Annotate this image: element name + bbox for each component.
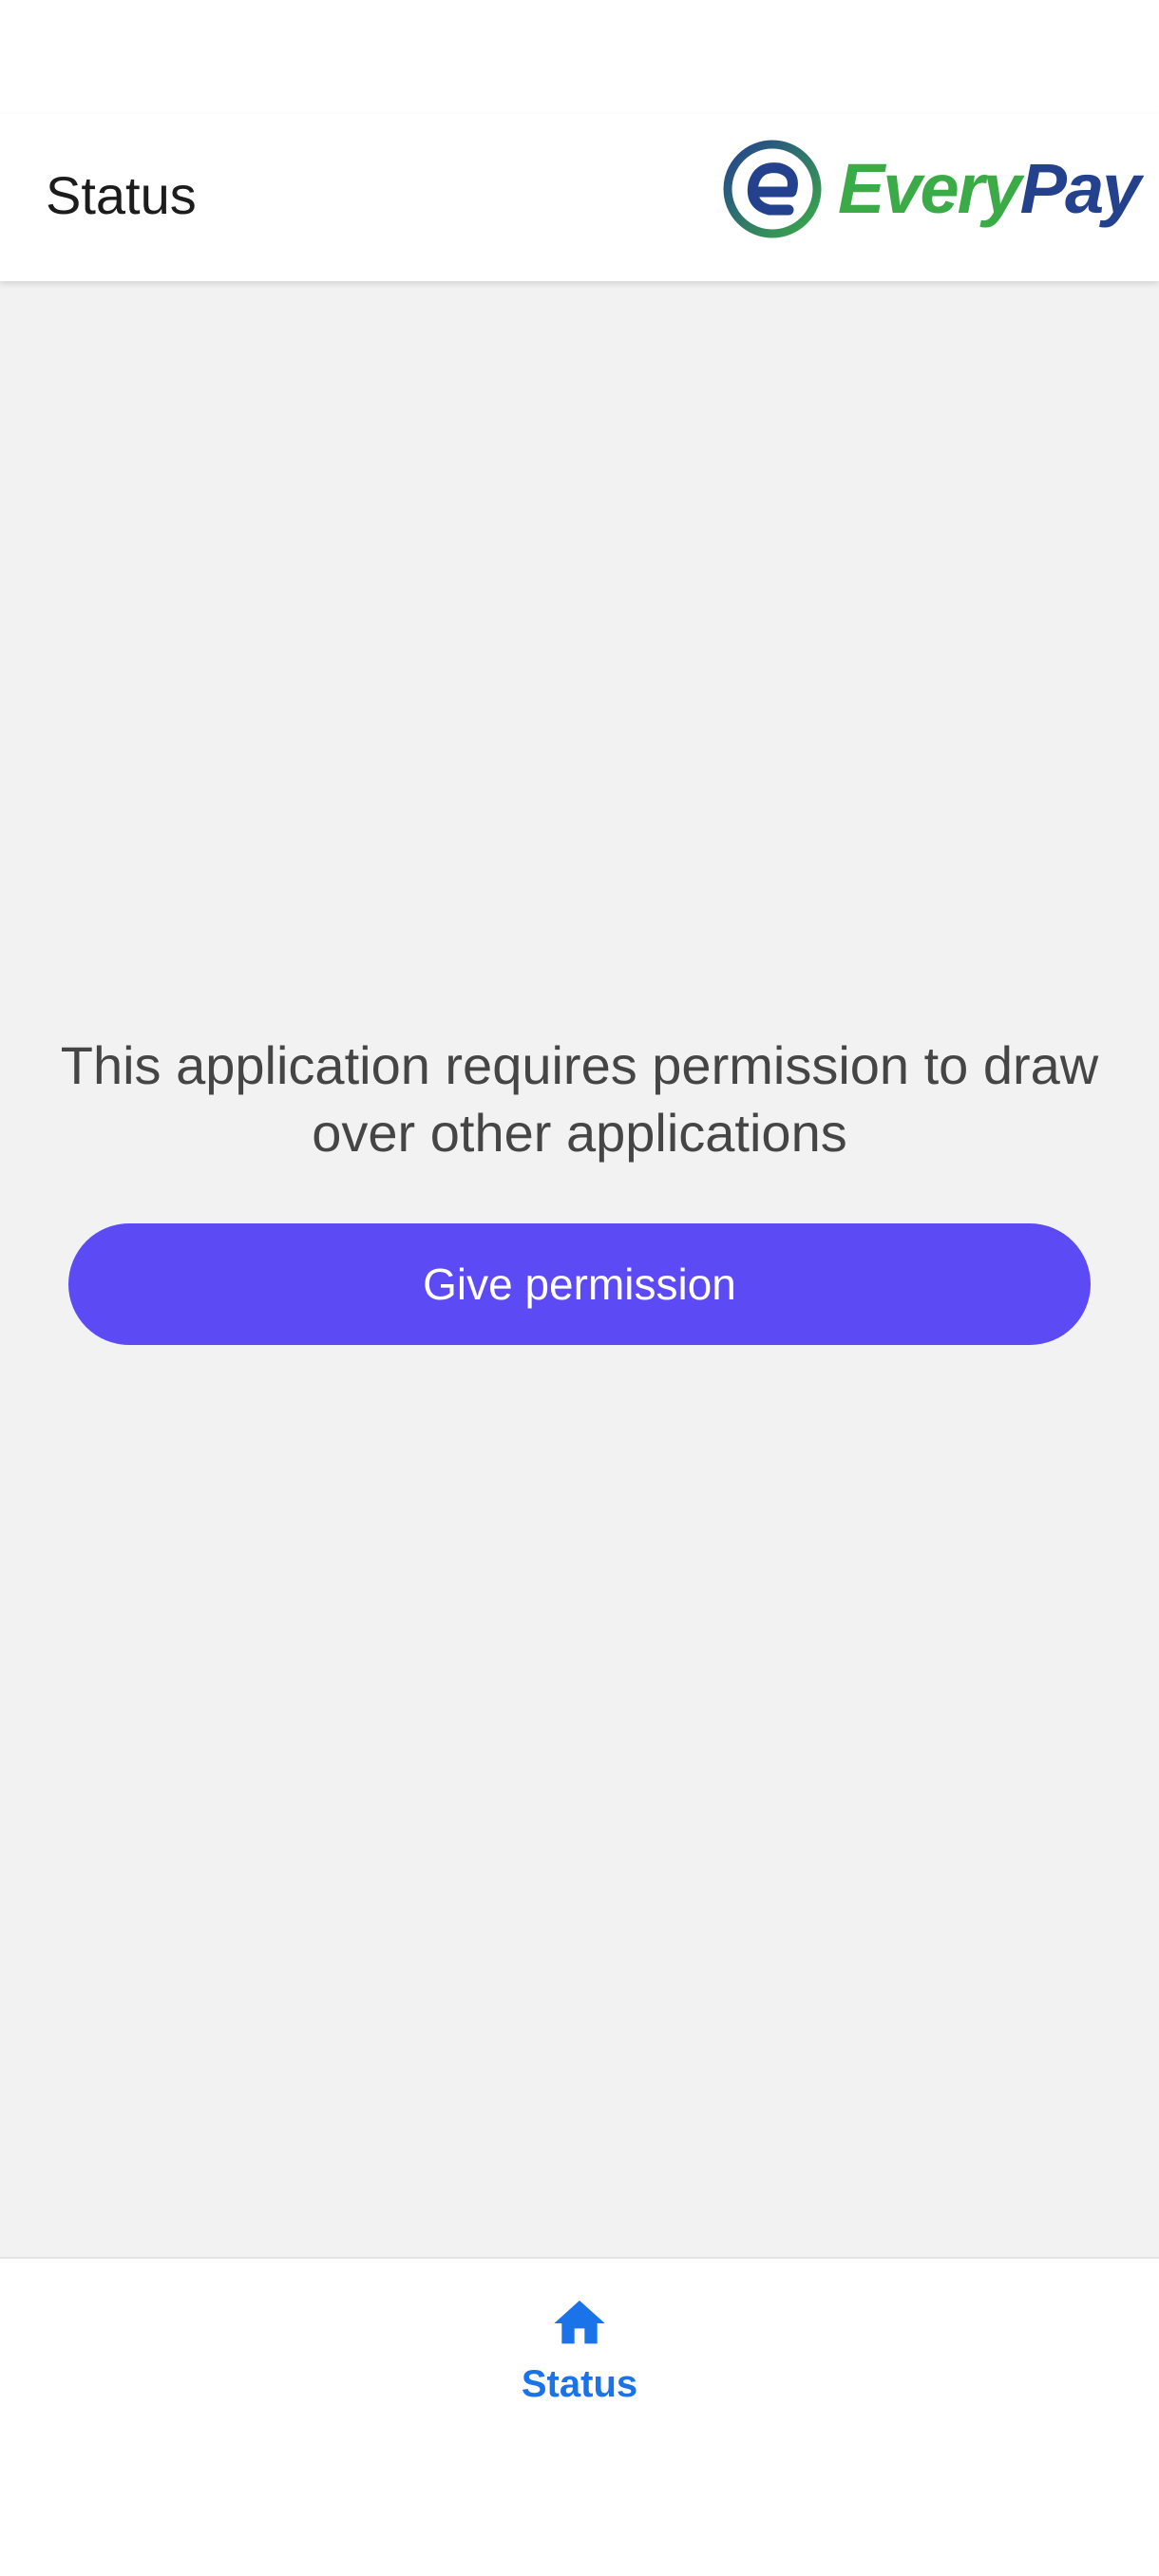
home-icon xyxy=(554,2301,605,2344)
logo-word-pay: Pay xyxy=(1019,149,1142,228)
status-bar-area xyxy=(0,0,1159,114)
give-permission-button[interactable]: Give permission xyxy=(68,1223,1091,1345)
nav-item-status-label: Status xyxy=(521,2363,638,2405)
main-content: This application requires permission to … xyxy=(0,281,1159,2257)
app-bar: Status EveryPay xyxy=(0,114,1159,281)
logo-word-every: Every xyxy=(838,149,1022,228)
nav-item-status[interactable]: Status xyxy=(484,2287,674,2430)
everypay-logo: EveryPay xyxy=(722,137,1142,241)
everypay-wordmark: EveryPay xyxy=(838,139,1142,239)
bottom-navigation: Status xyxy=(0,2257,1159,2576)
page-title: Status xyxy=(46,165,197,225)
everypay-logo-mark-icon xyxy=(723,140,822,238)
permission-message: This application requires permission to … xyxy=(60,1035,1099,1163)
